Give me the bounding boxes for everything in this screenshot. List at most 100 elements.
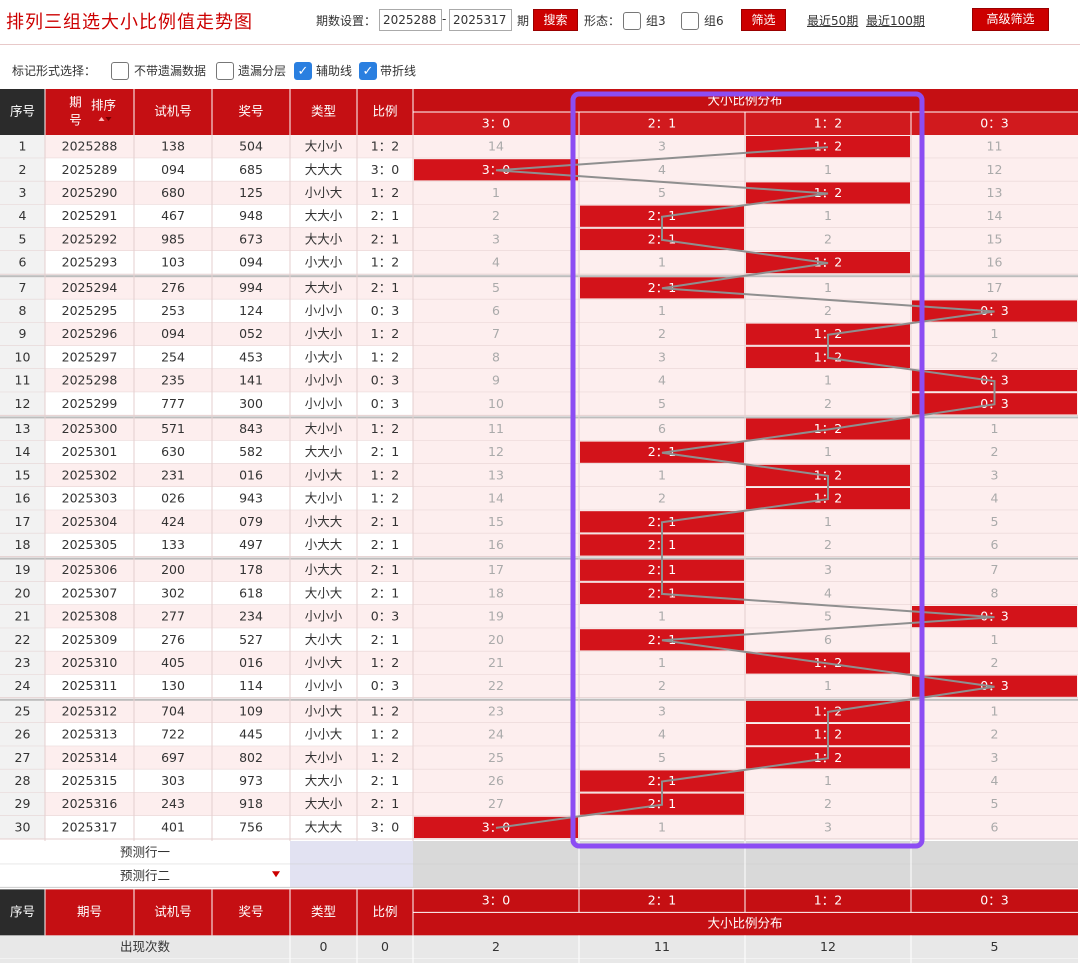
hit-cell (414, 159, 578, 181)
cell-trial: 133 (161, 537, 185, 552)
cell-period: 2025315 (62, 773, 118, 788)
omission-value: 2 (824, 303, 832, 318)
cell-type: 大大小 (305, 444, 343, 459)
cell-type: 大小小 (305, 139, 343, 154)
cell-trial: 777 (161, 396, 185, 411)
cell-idx: 27 (15, 750, 31, 765)
cell-trial: 138 (161, 139, 185, 154)
cell-trial: 630 (161, 444, 185, 459)
no-omission-checkbox[interactable] (111, 62, 129, 80)
cell-ratio: 1：2 (371, 326, 399, 341)
period-to-input[interactable] (449, 9, 512, 31)
cell-prize: 453 (239, 349, 263, 364)
row-distribution-background (413, 651, 1078, 675)
guide-line-checkbox[interactable]: ✓ (294, 62, 312, 80)
cell-period: 2025301 (62, 444, 118, 459)
row-distribution-background (413, 581, 1078, 605)
cell-trial: 235 (161, 373, 185, 388)
row-background (45, 792, 413, 816)
stats-label: 出现次数 (120, 939, 171, 954)
row-background (45, 581, 413, 605)
footer-column-header-4: 类型 (311, 904, 336, 919)
cell-prize: 527 (239, 632, 263, 647)
row-distribution-background (413, 699, 1078, 723)
cell-period: 2025291 (62, 208, 118, 223)
period-from-input[interactable] (379, 9, 442, 31)
row-distribution-background (413, 251, 1078, 275)
row-distribution-background (413, 417, 1078, 441)
cell-idx: 11 (15, 373, 31, 388)
cell-trial: 467 (161, 208, 185, 223)
cell-trial: 094 (161, 326, 185, 341)
cell-ratio: 1：2 (371, 139, 399, 154)
cell-ratio: 0：3 (371, 303, 399, 318)
cell-trial: 277 (161, 609, 185, 624)
omission-value: 27 (488, 796, 504, 811)
hit-cell (746, 136, 910, 158)
polyline-checkbox[interactable]: ✓ (359, 62, 377, 80)
polyline-label: 带折线 (380, 64, 417, 78)
row-background (45, 651, 413, 675)
cell-type: 小小大 (305, 655, 343, 670)
cell-trial: 231 (161, 467, 185, 482)
hit-cell (746, 418, 910, 440)
hit-cell-label: 1：2 (814, 349, 842, 364)
cell-idx: 29 (15, 796, 31, 811)
recent-100-link[interactable]: 最近100期 (866, 12, 925, 29)
cell-trial: 200 (161, 562, 185, 577)
cell-idx: 20 (15, 585, 31, 600)
cell-type: 小小小 (305, 609, 343, 624)
cell-period: 2025312 (62, 703, 118, 718)
omission-value: 5 (658, 396, 666, 411)
omission-value: 4 (492, 255, 500, 270)
omission-value: 2 (824, 796, 832, 811)
row-distribution-background (413, 746, 1078, 770)
cell-prize: 125 (239, 185, 263, 200)
filter-button[interactable]: 筛选 (741, 9, 786, 31)
stats-ratio: 0 (381, 939, 389, 954)
row-index-cell (0, 769, 45, 793)
group6-checkbox[interactable] (681, 12, 699, 30)
row-distribution-background (413, 135, 1078, 159)
omission-value: 2 (492, 208, 500, 223)
advanced-filter-button[interactable]: 高级筛选 (972, 8, 1049, 31)
omission-value: 1 (824, 373, 832, 388)
mark-options-bar: 标记形式选择： 不带遗漏数据 遗漏分层 ✓ 辅助线 ✓ 带折线 (0, 52, 1080, 88)
cell-ratio: 1：2 (371, 421, 399, 436)
cell-prize: 504 (239, 139, 263, 154)
cell-type: 大大小 (305, 280, 343, 295)
omission-layer-checkbox[interactable] (216, 62, 234, 80)
cell-idx: 28 (15, 773, 31, 788)
period-unit: 期 (517, 14, 530, 28)
omission-value: 1 (658, 655, 666, 670)
cell-trial: 680 (161, 185, 185, 200)
cell-type: 大大小 (305, 796, 343, 811)
omission-value: 5 (991, 796, 999, 811)
header-left-block (45, 89, 413, 135)
cell-period: 2025313 (62, 727, 118, 742)
hit-cell (580, 228, 744, 250)
cell-prize: 948 (239, 208, 263, 223)
omission-value: 2 (658, 326, 666, 341)
recent-50-link[interactable]: 最近50期 (807, 12, 858, 29)
cell-type: 小大小 (305, 255, 343, 270)
section-title-top: 大小比例分布 (707, 93, 782, 108)
row-background (45, 345, 413, 369)
omission-value: 18 (488, 585, 504, 600)
hit-cell-label: 2：1 (648, 585, 676, 600)
cell-prize: 300 (239, 396, 263, 411)
cell-idx: 14 (15, 444, 31, 459)
row-index-cell (0, 510, 45, 534)
cell-trial: 985 (161, 231, 185, 246)
cell-period: 2025298 (62, 373, 118, 388)
omission-value: 13 (488, 467, 504, 482)
hit-cell-label: 2：1 (648, 796, 676, 811)
row-index-cell (0, 463, 45, 487)
cell-period: 2025311 (62, 678, 118, 693)
search-button[interactable]: 搜索 (533, 9, 578, 31)
arrow-down-icon (272, 871, 280, 878)
group3-checkbox[interactable] (623, 12, 641, 30)
hit-cell (746, 747, 910, 769)
omission-value: 2 (824, 231, 832, 246)
omission-value: 2 (991, 444, 999, 459)
